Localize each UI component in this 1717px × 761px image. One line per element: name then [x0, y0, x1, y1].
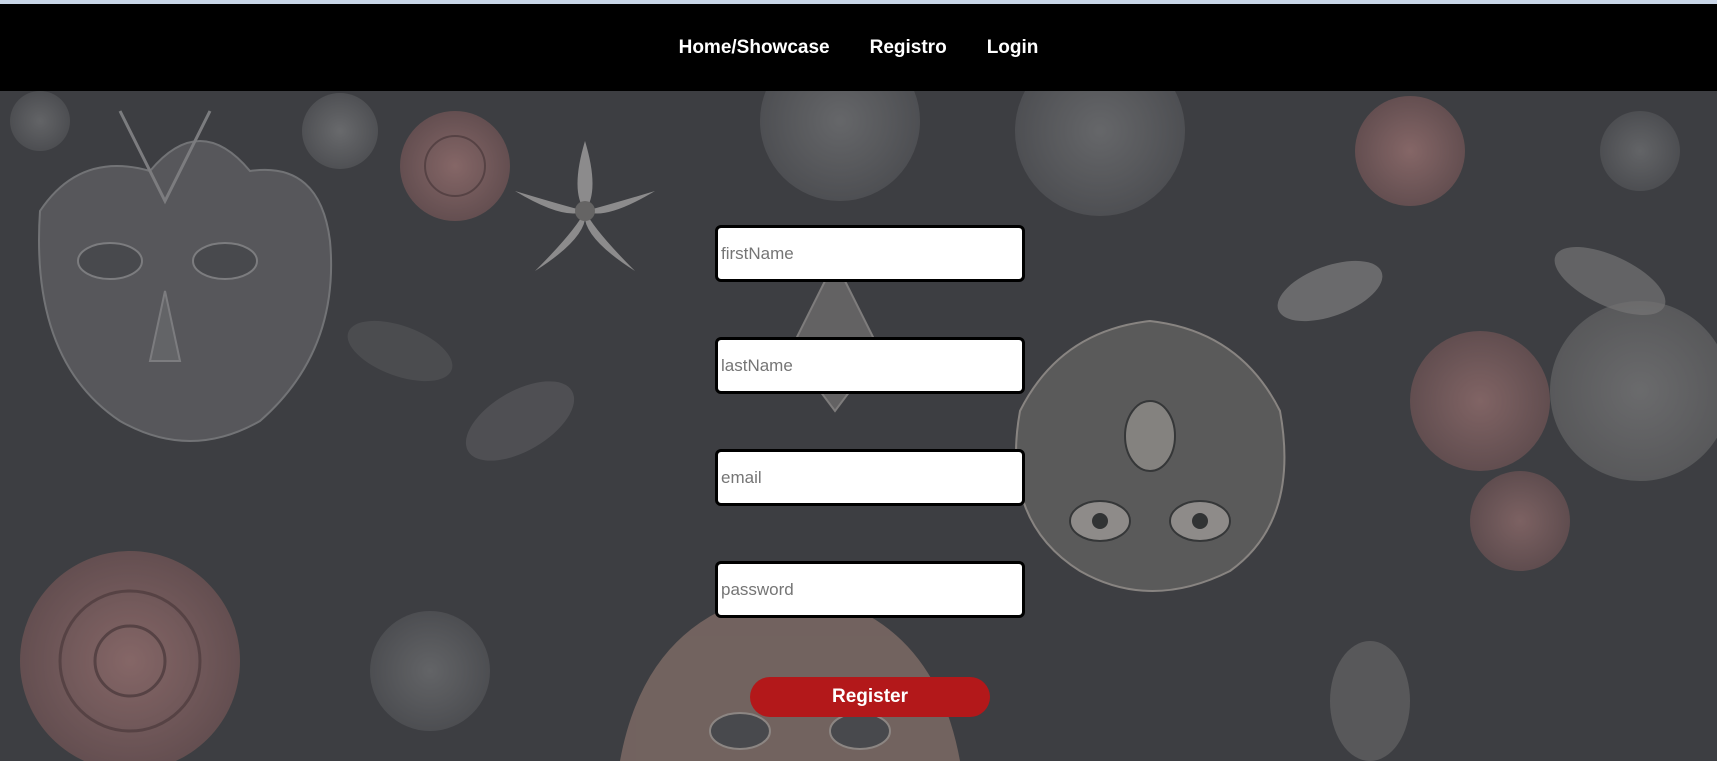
first-name-input[interactable] [715, 225, 1025, 282]
email-input[interactable] [715, 449, 1025, 506]
register-button[interactable]: Register [750, 677, 990, 717]
nav-link-home-showcase[interactable]: Home/Showcase [679, 37, 830, 59]
password-input[interactable] [715, 561, 1025, 618]
nav-link-registro[interactable]: Registro [870, 37, 947, 59]
nav-link-login[interactable]: Login [987, 37, 1039, 59]
last-name-input[interactable] [715, 337, 1025, 394]
top-navbar: Home/Showcase Registro Login [0, 4, 1717, 91]
registration-form [715, 225, 1025, 618]
